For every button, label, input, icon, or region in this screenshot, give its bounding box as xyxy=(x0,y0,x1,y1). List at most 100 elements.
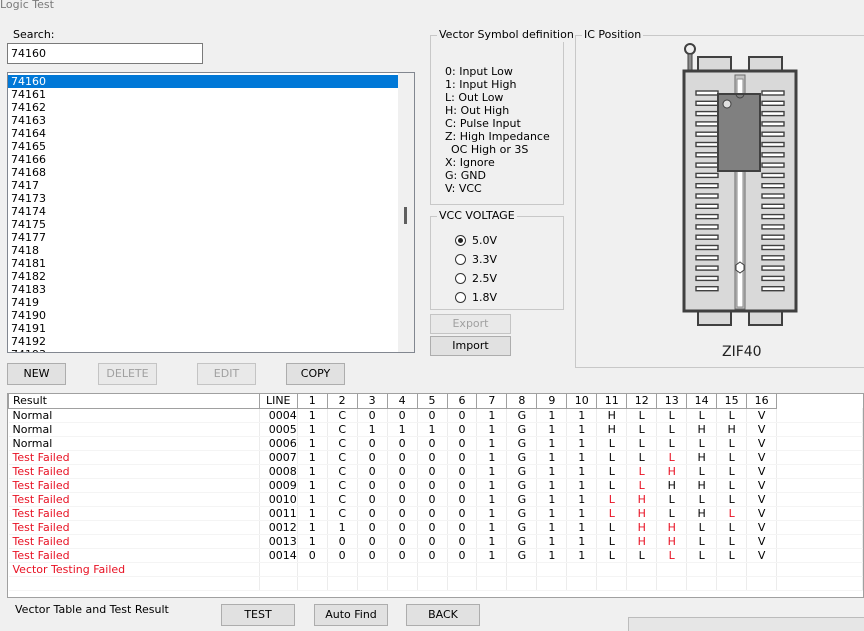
table-row[interactable]: Test Failed 0008 1 C 0 0 0 0 1 G 1 1 L L H L L V xyxy=(8,464,863,479)
chip-list-item[interactable]: 74160 xyxy=(8,75,399,88)
column-header[interactable]: 15 xyxy=(716,394,748,409)
column-header[interactable]: 14 xyxy=(686,394,718,409)
pin-cell: 0 xyxy=(357,534,388,549)
chip-list-item[interactable]: 74192 xyxy=(8,335,399,348)
column-header[interactable]: 2 xyxy=(326,394,358,409)
column-header[interactable]: 4 xyxy=(386,394,418,409)
delete-button[interactable]: DELETE xyxy=(98,363,157,385)
edit-button[interactable]: EDIT xyxy=(197,363,256,385)
column-header[interactable]: 10 xyxy=(566,394,598,409)
socket-pin xyxy=(761,285,785,292)
vcc-option-5-0v[interactable]: 5.0V xyxy=(455,231,497,250)
chip-list-item[interactable]: 74165 xyxy=(8,140,399,153)
chip-list-item[interactable]: 74177 xyxy=(8,231,399,244)
chip-list-item[interactable]: 74166 xyxy=(8,153,399,166)
pin-cell: L xyxy=(656,408,688,423)
chip-list-item[interactable]: 74193 xyxy=(8,348,399,352)
test-button[interactable]: TEST xyxy=(221,604,295,626)
pin-cell: 0 xyxy=(417,478,448,493)
chip-list-scroll-thumb[interactable] xyxy=(404,207,407,224)
chip-list-scrollbar[interactable] xyxy=(398,73,414,352)
radio-button-icon[interactable] xyxy=(455,292,466,303)
table-row[interactable]: Test Failed 0014 0 0 0 0 0 0 1 G 1 1 L L L L L V xyxy=(8,548,863,563)
chip-list-item[interactable]: 74182 xyxy=(8,270,399,283)
radio-button-icon[interactable] xyxy=(455,254,466,265)
export-button[interactable]: Export xyxy=(430,314,511,334)
pin-cell: 0 xyxy=(417,408,448,423)
chip-list-item[interactable]: 74190 xyxy=(8,309,399,322)
chip-list-item[interactable]: 74161 xyxy=(8,88,399,101)
socket-pin xyxy=(695,224,719,230)
chip-list-item[interactable]: 74191 xyxy=(8,322,399,335)
table-row[interactable]: Test Failed 0009 1 C 0 0 0 0 1 G 1 1 L L H H L V xyxy=(8,478,863,493)
pin-cell: 0 xyxy=(387,408,418,423)
pin-cell: 1 xyxy=(297,408,328,423)
column-header[interactable]: 3 xyxy=(356,394,388,409)
search-input[interactable] xyxy=(7,43,203,64)
copy-button[interactable]: COPY xyxy=(286,363,345,385)
radio-button-icon[interactable] xyxy=(455,273,466,284)
result-grid[interactable]: Result LINE 1 2 3 4 5 6 7 8 9 10 11 12 13 14 15 16 Normal… xyxy=(7,393,864,598)
table-row[interactable]: Test Failed 0011 1 C 0 0 0 0 1 G 1 1 L H L H L V xyxy=(8,506,863,521)
pin-cell: L xyxy=(596,506,628,521)
table-row[interactable]: Test Failed 0012 1 1 0 0 0 0 1 G 1 1 L H H L L V xyxy=(8,520,863,535)
pin-cell: V xyxy=(746,548,778,563)
pin-cell: G xyxy=(506,450,538,465)
pin-cell: 1 xyxy=(566,506,598,521)
column-header[interactable]: 12 xyxy=(626,394,658,409)
column-header[interactable]: 13 xyxy=(656,394,688,409)
column-header[interactable]: Result xyxy=(8,394,260,409)
chip-list-item[interactable]: 74173 xyxy=(8,192,399,205)
table-row[interactable]: Vector Testing Failed xyxy=(8,562,863,577)
pin-cell: 1 xyxy=(536,534,568,549)
chip-list[interactable]: 74160 74161 74162 74163 74164 74165 74166 74168… xyxy=(7,72,415,353)
back-button[interactable]: BACK xyxy=(406,604,480,626)
vcc-option-3-3v[interactable]: 3.3V xyxy=(455,250,497,269)
table-row[interactable]: Normal 0006 1 C 0 0 0 0 1 G 1 1 L L L L L V xyxy=(8,436,863,451)
column-header[interactable]: 11 xyxy=(596,394,628,409)
column-header[interactable]: 8 xyxy=(506,394,538,409)
column-header[interactable]: 6 xyxy=(446,394,478,409)
table-row[interactable]: Test Failed 0007 1 C 0 0 0 0 1 G 1 1 L L L H L V xyxy=(8,450,863,465)
vcc-option-1-8v[interactable]: 1.8V xyxy=(455,288,497,307)
column-header[interactable]: 5 xyxy=(416,394,448,409)
chip-list-item[interactable]: 7418 xyxy=(8,244,399,257)
import-button[interactable]: Import xyxy=(430,336,511,356)
column-header[interactable]: 9 xyxy=(536,394,568,409)
empty-cell xyxy=(596,576,628,591)
table-row[interactable]: Normal 0004 1 C 0 0 0 0 1 G 1 1 H L L L L V xyxy=(8,408,863,423)
chip-list-item[interactable]: 74183 xyxy=(8,283,399,296)
empty-cell xyxy=(447,562,478,577)
new-button[interactable]: NEW xyxy=(7,363,66,385)
table-row[interactable]: Test Failed 0013 1 0 0 0 0 0 1 G 1 1 L H H L L V xyxy=(8,534,863,549)
column-header[interactable]: 7 xyxy=(476,394,508,409)
auto-find-button[interactable]: Auto Find xyxy=(314,604,388,626)
chip-list-item[interactable]: 7417 xyxy=(8,179,399,192)
chip-list-item[interactable]: 74164 xyxy=(8,127,399,140)
pin-cell: H xyxy=(656,534,688,549)
pin-cell: 0 xyxy=(387,436,418,451)
chip-list-item[interactable]: 7419 xyxy=(8,296,399,309)
socket-pin xyxy=(695,255,719,261)
table-row[interactable]: Normal 0005 1 C 1 1 1 0 1 G 1 1 H L L H H V xyxy=(8,422,863,437)
empty-cell xyxy=(776,562,863,577)
vcc-option-2-5v[interactable]: 2.5V xyxy=(455,269,497,288)
column-header[interactable]: 16 xyxy=(746,394,778,409)
empty-cell xyxy=(506,562,538,577)
chip-list-item[interactable]: 74174 xyxy=(8,205,399,218)
column-header[interactable]: LINE xyxy=(258,394,298,409)
radio-button-icon[interactable] xyxy=(455,235,466,246)
chip-list-item[interactable]: 74181 xyxy=(8,257,399,270)
table-row[interactable] xyxy=(8,576,863,591)
pin-cell: 0 xyxy=(357,436,388,451)
pin-cell: 0 xyxy=(357,506,388,521)
chip-list-item[interactable]: 74163 xyxy=(8,114,399,127)
table-row[interactable]: Test Failed 0010 1 C 0 0 0 0 1 G 1 1 L H L L L V xyxy=(8,492,863,507)
chip-list-item[interactable]: 74168 xyxy=(8,166,399,179)
result-cell: Test Failed xyxy=(8,548,260,563)
chip-list-item[interactable]: 74175 xyxy=(8,218,399,231)
column-header[interactable]: 1 xyxy=(296,394,328,409)
pin-cell: 0 xyxy=(357,450,388,465)
chip-list-item[interactable]: 74162 xyxy=(8,101,399,114)
result-table-header: Result LINE 1 2 3 4 5 6 7 8 9 10 11 12 13 14 15 16 xyxy=(8,394,863,409)
